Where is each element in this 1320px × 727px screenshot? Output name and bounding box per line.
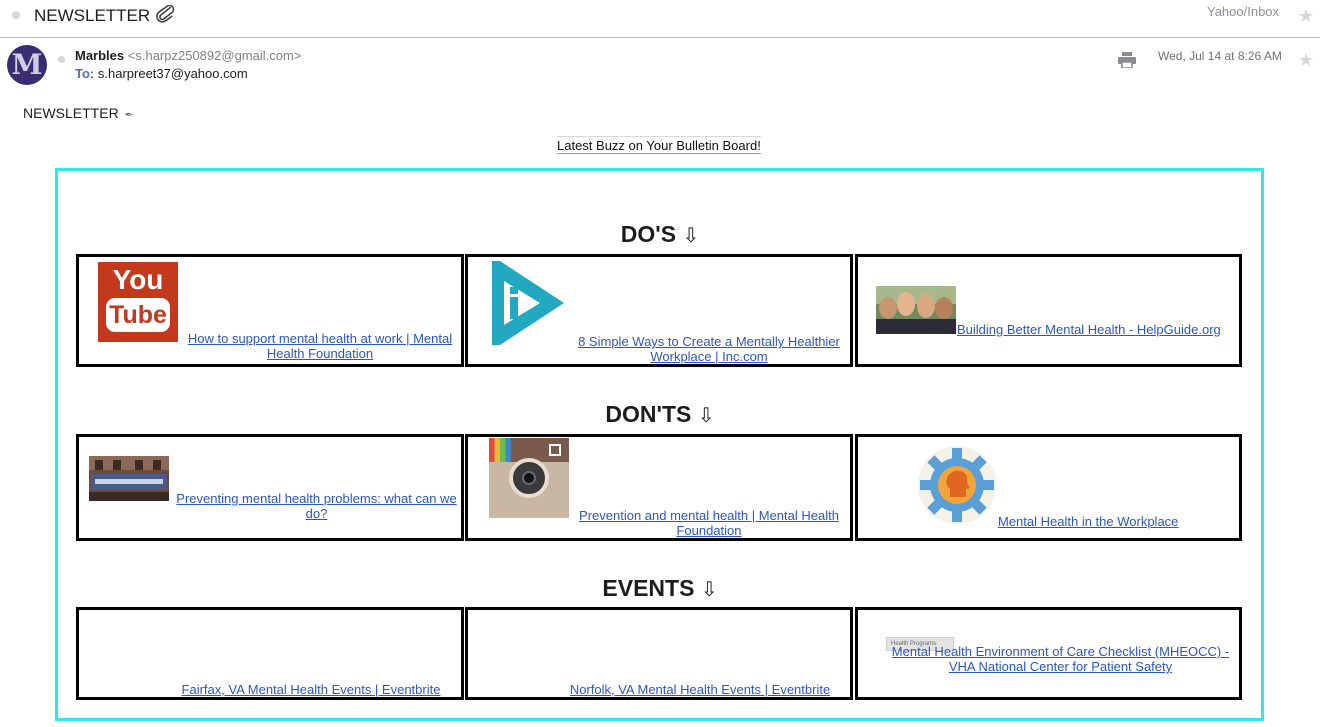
insta-lens <box>509 458 549 498</box>
dos-heading-text: DO'S <box>620 221 677 247</box>
youtube-you-text: You <box>112 264 164 295</box>
group-photo-icon[interactable] <box>876 286 956 334</box>
donts-link-1[interactable]: Preventing mental health problems: what … <box>169 491 464 521</box>
events-link-1[interactable]: Fairfax, VA Mental Health Events | Event… <box>176 682 446 697</box>
print-icon[interactable] <box>1118 52 1136 68</box>
email-subject: NEWSLETTER <box>34 5 176 26</box>
section-heading-donts: DON'TS ⇩ <box>0 401 1320 428</box>
youtube-tube-text: Tube <box>106 298 170 332</box>
presence-dot-icon <box>58 56 65 63</box>
paperclip-icon <box>156 5 175 23</box>
dos-card-1: You Tube How to support mental health at… <box>76 254 464 367</box>
down-arrow-icon: ⇩ <box>697 405 715 427</box>
subject-bar: NEWSLETTER Yahoo/Inbox ★ <box>0 0 1320 38</box>
donts-card-3: Mental Health in the Workplace <box>855 434 1242 541</box>
sender-email: <s.harpz250892@gmail.com> <box>127 48 302 63</box>
section-heading-events: EVENTS ⇩ <box>0 575 1320 602</box>
newsletter-title: NEWSLETTER ✒ <box>23 105 133 121</box>
donts-card-1: Preventing mental health problems: what … <box>76 434 464 541</box>
pen-icon: ✒ <box>124 110 133 121</box>
youtube-logo-icon[interactable]: You Tube <box>98 262 178 342</box>
sender-line[interactable]: Marbles <s.harpz250892@gmail.com> <box>75 48 301 63</box>
insta-stripes <box>489 438 511 462</box>
donts-link-2[interactable]: Prevention and mental health | Mental He… <box>565 508 853 538</box>
section-heading-dos: DO'S ⇩ <box>0 221 1320 248</box>
down-arrow-icon: ⇩ <box>700 579 718 601</box>
dos-card-2: 8 Simple Ways to Create a Mentally Healt… <box>465 254 853 367</box>
recipient-email[interactable]: s.harpreet37@yahoo.com <box>98 66 248 81</box>
dos-link-2[interactable]: 8 Simple Ways to Create a Mentally Healt… <box>565 334 853 364</box>
recipient-line: To: s.harpreet37@yahoo.com <box>75 66 248 81</box>
dos-card-3: Building Better Mental Health - HelpGuid… <box>855 254 1242 367</box>
donts-card-2: Prevention and mental health | Mental He… <box>465 434 853 541</box>
sign-photo-icon[interactable] <box>89 456 169 501</box>
events-link-3[interactable]: Mental Health Environment of Care Checkl… <box>888 644 1233 674</box>
sender-name[interactable]: Marbles <box>75 48 124 63</box>
unread-dot-icon[interactable] <box>12 11 20 19</box>
avatar-letter: M <box>11 48 43 81</box>
message-date: Wed, Jul 14 at 8:26 AM <box>1158 49 1282 63</box>
events-link-2[interactable]: Norfolk, VA Mental Health Events | Event… <box>565 682 835 697</box>
gear-head-icon[interactable] <box>917 445 997 525</box>
donts-link-3[interactable]: Mental Health in the Workplace <box>998 514 1242 529</box>
donts-heading-text: DON'TS <box>605 401 692 427</box>
dos-link-1[interactable]: How to support mental health at work | M… <box>176 331 464 361</box>
play-logo-icon[interactable] <box>488 259 568 345</box>
folder-path[interactable]: Yahoo/Inbox <box>1207 4 1279 19</box>
events-card-3: Health Programs Mental Health Environmen… <box>855 607 1242 700</box>
dos-link-3[interactable]: Building Better Mental Health - HelpGuid… <box>957 322 1242 337</box>
down-arrow-icon: ⇩ <box>682 225 700 247</box>
insta-viewfinder <box>549 444 561 456</box>
events-card-2: Norfolk, VA Mental Health Events | Event… <box>465 607 853 700</box>
to-label: To: <box>75 66 95 81</box>
star-icon[interactable]: ★ <box>1298 50 1314 71</box>
events-card-1: Fairfax, VA Mental Health Events | Event… <box>76 607 464 700</box>
newsletter-title-text: NEWSLETTER <box>23 105 119 121</box>
sender-avatar[interactable]: M <box>7 45 47 85</box>
events-heading-text: EVENTS <box>602 575 695 601</box>
instagram-logo-icon[interactable] <box>489 438 569 518</box>
newsletter-tagline: Latest Buzz on Your Bulletin Board! <box>557 136 761 154</box>
star-icon[interactable]: ★ <box>1298 6 1314 27</box>
